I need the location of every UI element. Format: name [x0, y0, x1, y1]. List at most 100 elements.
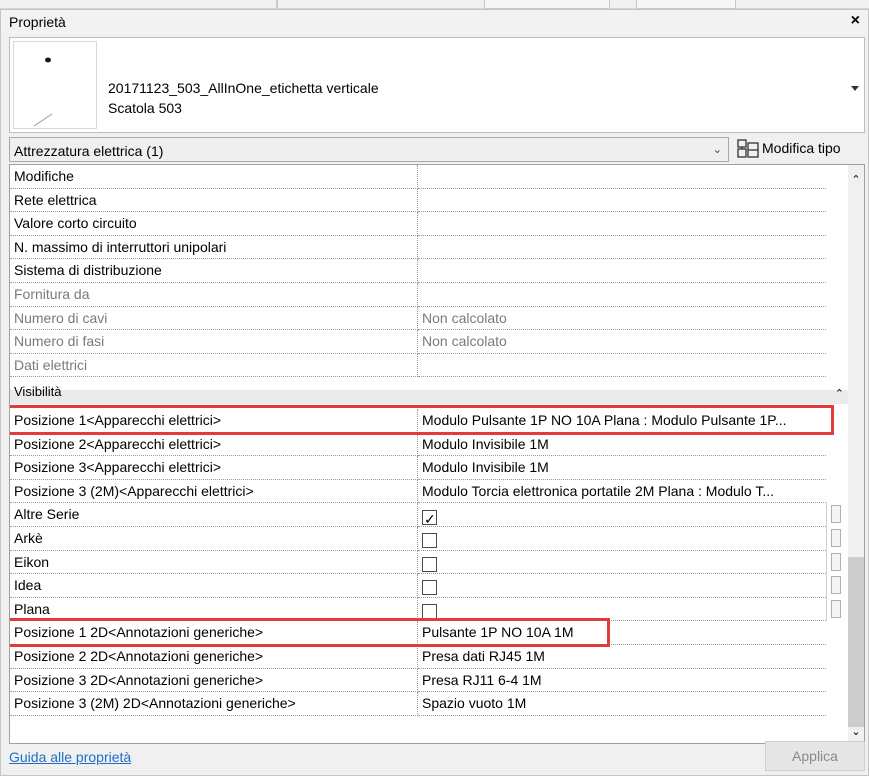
property-name: Posizione 3<Apparecchi elettrici> [10, 456, 418, 480]
property-value[interactable] [418, 236, 826, 260]
property-name: Fornitura da [10, 283, 418, 307]
category-filter-select[interactable]: Attrezzatura elettrica (1) ⌄ [9, 137, 729, 162]
row-gutter [826, 503, 848, 527]
chevron-down-icon: ⌄ [712, 144, 722, 156]
property-row[interactable]: Posizione 3<Apparecchi elettrici> Modulo… [10, 456, 826, 480]
property-value[interactable]: Modulo Invisibile 1M [418, 433, 826, 457]
scroll-up-icon[interactable]: ⌃ [850, 173, 862, 187]
checkbox-unchecked[interactable] [422, 556, 437, 572]
collapse-icon[interactable]: ⌃ [835, 387, 844, 400]
property-name: Modifiche [10, 165, 418, 189]
property-value[interactable] [418, 165, 826, 189]
property-row[interactable]: Rete elettrica [10, 188, 826, 213]
property-value [418, 527, 826, 551]
close-icon[interactable]: × [851, 12, 860, 30]
property-name: N. massimo di interruttori unipolari [10, 235, 418, 260]
property-row-readonly: Dati elettrici [10, 353, 826, 378]
caret-down-icon[interactable] [850, 83, 860, 93]
property-value[interactable] [418, 189, 826, 213]
property-name: Rete elettrica [10, 188, 418, 213]
family-type-subtitle: Scatola 503 [108, 100, 182, 116]
property-value[interactable]: Modulo Torcia elettronica portatile 2M P… [418, 480, 826, 504]
property-name: Posizione 2 2D<Annotazioni generiche> [10, 645, 418, 669]
property-value [418, 354, 826, 378]
checkbox-unchecked[interactable] [422, 604, 437, 620]
edit-type-button[interactable]: Modifica tipo [733, 137, 865, 162]
row-handle[interactable] [831, 576, 841, 595]
property-name: Eikon [10, 550, 418, 575]
row-gutter [826, 597, 848, 622]
property-name: Valore corto circuito [10, 212, 418, 236]
property-value[interactable]: Modulo Pulsante 1P NO 10A Plana : Modulo… [418, 409, 826, 433]
scrollbar-thumb[interactable] [848, 557, 864, 727]
property-row[interactable]: Posizione 1 2D<Annotazioni generiche> Pu… [10, 621, 826, 645]
property-row-checkbox[interactable]: Eikon [10, 550, 841, 575]
property-row-readonly: Numero di fasi Non calcolato [10, 330, 826, 354]
checkbox-unchecked[interactable] [422, 580, 437, 596]
properties-grid: Modifiche Rete elettrica Valore corto ci… [9, 164, 865, 744]
property-value [418, 503, 826, 527]
property-row[interactable]: Valore corto circuito [10, 212, 826, 236]
property-name: Numero di cavi [10, 306, 418, 331]
property-row-checkbox[interactable]: Altre Serie [10, 503, 841, 527]
property-value[interactable] [418, 212, 826, 236]
property-name: Plana [10, 597, 418, 622]
type-selector[interactable]: 20171123_503_AllInOne_etichetta vertical… [9, 37, 865, 133]
property-value: Non calcolato [418, 307, 826, 331]
property-name: Posizione 1 2D<Annotazioni generiche> [10, 621, 418, 645]
property-row[interactable]: Sistema di distribuzione [10, 259, 826, 283]
property-name: Posizione 3 (2M) 2D<Annotazioni generich… [10, 692, 418, 716]
family-type-name: 20171123_503_AllInOne_etichetta vertical… [108, 80, 379, 96]
checkbox-checked[interactable] [422, 508, 437, 526]
family-thumbnail [13, 41, 97, 129]
property-value[interactable]: Modulo Invisibile 1M [418, 456, 826, 480]
row-gutter [826, 527, 848, 551]
top-tab[interactable] [484, 0, 610, 9]
property-name: Posizione 1<Apparecchi elettrici> [10, 409, 418, 433]
property-row-readonly: Fornitura da [10, 283, 826, 307]
row-handle[interactable] [831, 505, 841, 524]
group-header-visibility[interactable]: Visibilità ⌃ [10, 384, 848, 404]
checkbox-unchecked[interactable] [422, 533, 437, 549]
group-label: Visibilità [14, 384, 62, 399]
top-tab[interactable] [636, 0, 736, 9]
property-value[interactable]: Spazio vuoto 1M [418, 692, 826, 716]
filter-row: Attrezzatura elettrica (1) ⌄ Modifica ti… [9, 137, 865, 163]
help-link[interactable]: Guida alle proprietà [9, 749, 131, 765]
edit-type-icon [737, 139, 759, 158]
property-value[interactable]: Presa RJ11 6-4 1M [418, 669, 826, 693]
property-row[interactable]: N. massimo di interruttori unipolari [10, 235, 826, 260]
row-handle[interactable] [831, 529, 841, 547]
panel-title: Proprietà [9, 14, 66, 30]
property-row[interactable]: Posizione 1<Apparecchi elettrici> Modulo… [10, 409, 826, 433]
property-row-checkbox[interactable]: Arkè [10, 527, 841, 551]
property-value[interactable]: Pulsante 1P NO 10A 1M [418, 621, 826, 645]
property-value [418, 283, 826, 307]
property-row[interactable]: Posizione 3 2D<Annotazioni generiche> Pr… [10, 668, 826, 693]
properties-panel: Proprietà × 20171123_503_AllInOne_etiche… [0, 9, 869, 776]
row-handle[interactable] [831, 599, 841, 618]
property-row[interactable]: Posizione 2<Apparecchi elettrici> Modulo… [10, 432, 826, 457]
top-strip [0, 0, 869, 9]
property-row[interactable]: Posizione 3 (2M)<Apparecchi elettrici> M… [10, 479, 826, 504]
property-value[interactable]: Presa dati RJ45 1M [418, 645, 826, 669]
row-gutter [826, 550, 848, 575]
property-value: Non calcolato [418, 330, 826, 354]
row-handle[interactable] [831, 552, 841, 571]
property-row-checkbox[interactable]: Plana [10, 597, 841, 622]
category-filter-label: Attrezzatura elettrica (1) [14, 143, 164, 159]
vertical-scrollbar[interactable]: ⌃ ⌄ [848, 165, 864, 743]
property-row[interactable]: Posizione 2 2D<Annotazioni generiche> Pr… [10, 645, 826, 669]
apply-button[interactable]: Applica [765, 741, 865, 771]
property-row[interactable]: Modifiche [10, 165, 826, 189]
property-value[interactable] [418, 259, 826, 283]
property-name: Posizione 2<Apparecchi elettrici> [10, 432, 418, 457]
thumbnail-preview-icon [33, 57, 53, 127]
property-value [418, 574, 826, 598]
property-name: Idea [10, 574, 418, 598]
property-name: Posizione 3 2D<Annotazioni generiche> [10, 668, 418, 693]
row-gutter [826, 574, 848, 598]
property-row[interactable]: Posizione 3 (2M) 2D<Annotazioni generich… [10, 692, 826, 716]
property-row-checkbox[interactable]: Idea [10, 574, 841, 598]
scroll-down-icon[interactable]: ⌄ [850, 725, 862, 739]
